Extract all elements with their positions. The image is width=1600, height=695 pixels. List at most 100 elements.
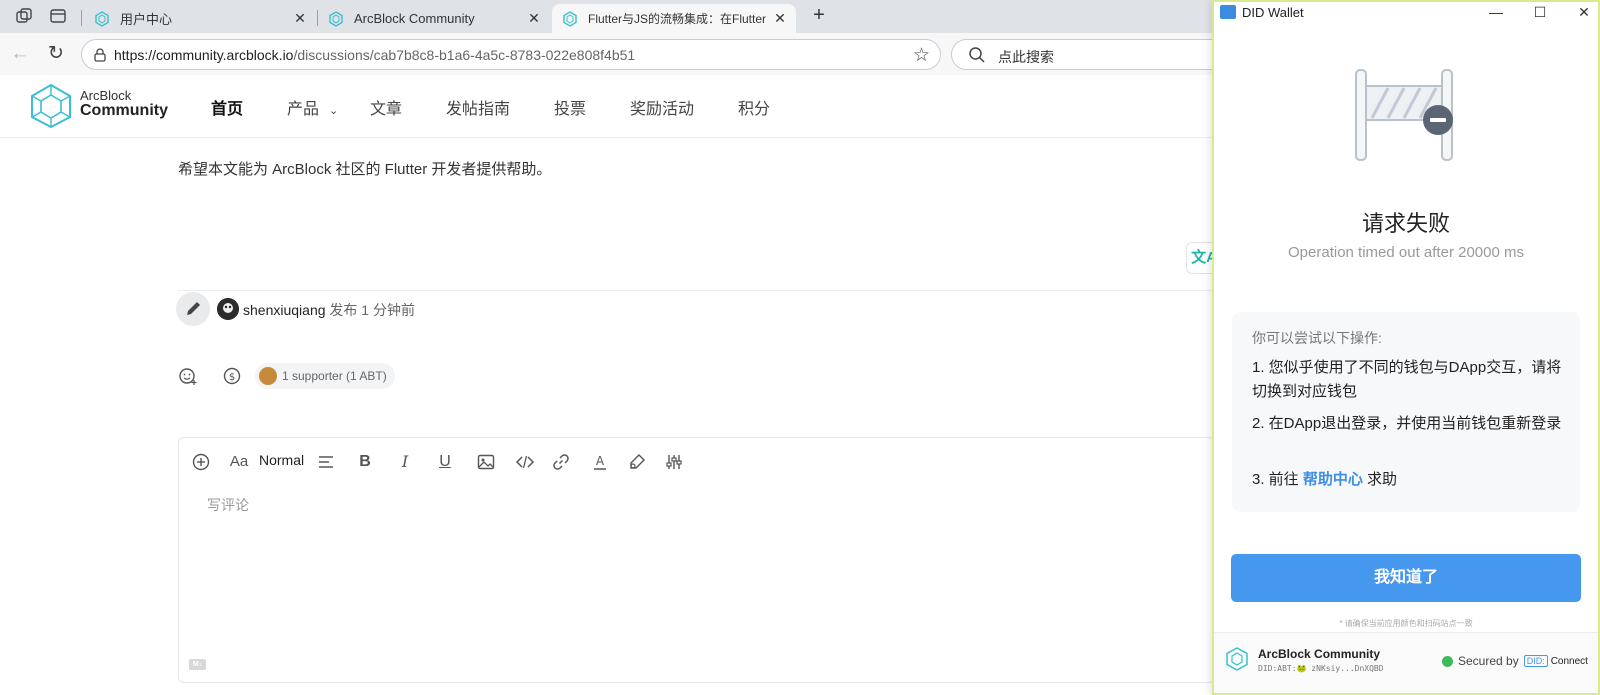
- published-time: 发布 1 分钟前: [329, 302, 415, 318]
- code-icon[interactable]: [515, 452, 535, 472]
- tab-title: Flutter与JS的流畅集成：在Flutter: [588, 12, 767, 26]
- tab-separator: [81, 10, 82, 26]
- align-left-icon[interactable]: [316, 452, 336, 472]
- add-reaction-icon[interactable]: [178, 366, 198, 386]
- arcblock-favicon: [329, 10, 343, 27]
- tab-title: 用户中心: [120, 12, 173, 27]
- shield-check-icon: [1442, 655, 1453, 667]
- wallet-content: 请求失败 Operation timed out after 20000 ms …: [1214, 24, 1598, 693]
- supporters-chip[interactable]: 1 supporter (1 ABT): [255, 363, 395, 389]
- tip-dollar-icon[interactable]: $: [222, 366, 242, 386]
- secured-by-label: Secured by: [1458, 654, 1519, 668]
- did-badge: DID:: [1523, 655, 1548, 667]
- tab-flutter-article[interactable]: Flutter与JS的流畅集成：在Flutter ✕: [552, 4, 796, 33]
- tab-title: ArcBlock Community: [354, 11, 475, 26]
- svg-text:$: $: [229, 372, 235, 383]
- divider: [178, 290, 1215, 291]
- did-wallet-app-icon: [1220, 5, 1236, 19]
- logo-line2: Community: [80, 101, 168, 119]
- underline-icon[interactable]: U: [435, 452, 455, 472]
- help-center-link[interactable]: 帮助中心: [1303, 471, 1363, 488]
- suggestion-item: 3. 前往 帮助中心 求助: [1252, 468, 1570, 492]
- close-icon[interactable]: ✕: [1572, 2, 1596, 22]
- nav-home[interactable]: 首页: [211, 95, 243, 119]
- edit-pencil-icon[interactable]: [176, 292, 210, 326]
- search-box[interactable]: 点此搜索: [951, 39, 1251, 70]
- screen: 用户中心 ✕ ArcBlock Community ✕ Flutter与JS的流…: [0, 0, 1600, 695]
- nav-points[interactable]: 积分: [738, 95, 770, 119]
- post-meta: shenxiuqiang 发布 1 分钟前: [243, 300, 415, 320]
- italic-icon[interactable]: I: [395, 452, 415, 472]
- workspaces-icon[interactable]: [14, 7, 34, 27]
- url-path: /discussions/cab7b8c8-b1a6-4a5c-8783-022…: [293, 47, 636, 63]
- nav-articles[interactable]: 文章: [370, 95, 402, 119]
- window-titlebar: DID Wallet — ☐ ✕: [1214, 2, 1598, 24]
- logo-line1: ArcBlock: [80, 88, 132, 103]
- close-icon[interactable]: ✕: [292, 10, 308, 27]
- supporter-avatar: [259, 367, 277, 385]
- url-host: https://community.arcblock.io: [114, 47, 294, 63]
- nav-vote[interactable]: 投票: [554, 95, 586, 119]
- comment-placeholder: 写评论: [207, 497, 249, 513]
- arcblock-logo-icon: [1226, 647, 1248, 671]
- app-name: ArcBlock Community: [1258, 647, 1381, 661]
- article-paragraph: 希望本文能为 ArcBlock 社区的 Flutter 开发者提供帮助。: [178, 161, 552, 178]
- window-title: DID Wallet: [1242, 5, 1304, 20]
- author-name[interactable]: shenxiuqiang: [243, 302, 326, 318]
- connect-label: Connect: [1550, 655, 1588, 667]
- error-title: 请求失败: [1361, 211, 1450, 236]
- did-wallet-window: DID Wallet — ☐ ✕ 请求失败 Operation timed ou…: [1212, 0, 1600, 695]
- link-icon[interactable]: [551, 452, 571, 472]
- site-header: ArcBlock Community 首页 产品 ⌄ 文章 发帖指南 投票 奖励活…: [0, 75, 1215, 138]
- arcblock-favicon: [563, 10, 577, 27]
- footer-note: * 请确保当前应用颜色和扫码站点一致: [1339, 619, 1473, 628]
- vertical-tabs-icon[interactable]: [48, 7, 68, 27]
- arcblock-logo-icon[interactable]: [29, 83, 73, 129]
- back-arrow-icon[interactable]: ←: [8, 42, 32, 66]
- search-icon: [969, 47, 985, 63]
- search-placeholder: 点此搜索: [998, 49, 1054, 65]
- secured-by: Secured by DID: Connect: [1442, 654, 1588, 668]
- maximize-icon[interactable]: ☐: [1528, 2, 1552, 22]
- arcblock-favicon: [95, 10, 109, 27]
- error-detail: Operation timed out after 20000 ms: [1288, 244, 1524, 261]
- logo-wordmark[interactable]: ArcBlock Community: [80, 89, 168, 119]
- avatar[interactable]: [217, 298, 239, 320]
- wallet-footer: ArcBlock Community DID:ABT:🐸 zNKsiy...Dn…: [1214, 632, 1598, 693]
- text-color-icon[interactable]: A: [590, 452, 610, 472]
- address-bar[interactable]: https://community.arcblock.io/discussion…: [81, 39, 941, 70]
- minimize-icon[interactable]: —: [1484, 2, 1508, 22]
- favorite-star-icon[interactable]: ☆: [913, 44, 930, 67]
- image-icon[interactable]: [476, 452, 496, 472]
- settings-sliders-icon[interactable]: [664, 452, 684, 472]
- tab-user-center[interactable]: 用户中心 ✕: [84, 4, 316, 33]
- format-select[interactable]: Normal: [259, 452, 304, 468]
- comment-editor[interactable]: Aa Normal B I U A 写评论 M↓: [178, 437, 1215, 683]
- suggestion-item: 2. 在DApp退出登录，并使用当前钱包重新登录: [1252, 415, 1562, 432]
- acknowledge-button[interactable]: 我知道了: [1231, 554, 1581, 602]
- font-size-icon[interactable]: Aa: [229, 452, 249, 472]
- close-icon[interactable]: ✕: [772, 10, 788, 27]
- markdown-icon: M↓: [189, 659, 206, 670]
- supporters-label: 1 supporter (1 ABT): [282, 369, 387, 383]
- svg-text:A: A: [596, 454, 605, 468]
- suggestions-heading: 你可以尝试以下操作:: [1252, 330, 1382, 346]
- add-circle-icon[interactable]: [191, 452, 211, 472]
- nav-rewards[interactable]: 奖励活动: [630, 95, 694, 119]
- nav-posting-guide[interactable]: 发帖指南: [446, 95, 510, 119]
- suggestions-panel: 你可以尝试以下操作: 1. 您似乎使用了不同的钱包与DApp交互，请将切换到对应…: [1232, 312, 1580, 512]
- new-tab-button[interactable]: +: [808, 5, 830, 27]
- highlighter-icon[interactable]: [627, 452, 647, 472]
- refresh-icon[interactable]: ↻: [44, 42, 68, 66]
- tab-arcblock-community[interactable]: ArcBlock Community ✕: [318, 4, 550, 33]
- suggestion-item: 1. 您似乎使用了不同的钱包与DApp交互，请将切换到对应钱包: [1252, 359, 1562, 400]
- bold-icon[interactable]: B: [355, 452, 375, 472]
- blocked-barrier-icon: [1355, 69, 1453, 161]
- suggestion-prefix: 3. 前往: [1252, 471, 1303, 488]
- url-text: https://community.arcblock.io/discussion…: [114, 47, 635, 63]
- site-info-icon[interactable]: [92, 47, 108, 63]
- close-icon[interactable]: ✕: [526, 10, 542, 27]
- nav-products[interactable]: 产品 ⌄: [287, 95, 338, 119]
- chevron-down-icon: ⌄: [329, 105, 339, 117]
- app-did: DID:ABT:🐸 zNKsiy...DnXQBD: [1258, 664, 1384, 673]
